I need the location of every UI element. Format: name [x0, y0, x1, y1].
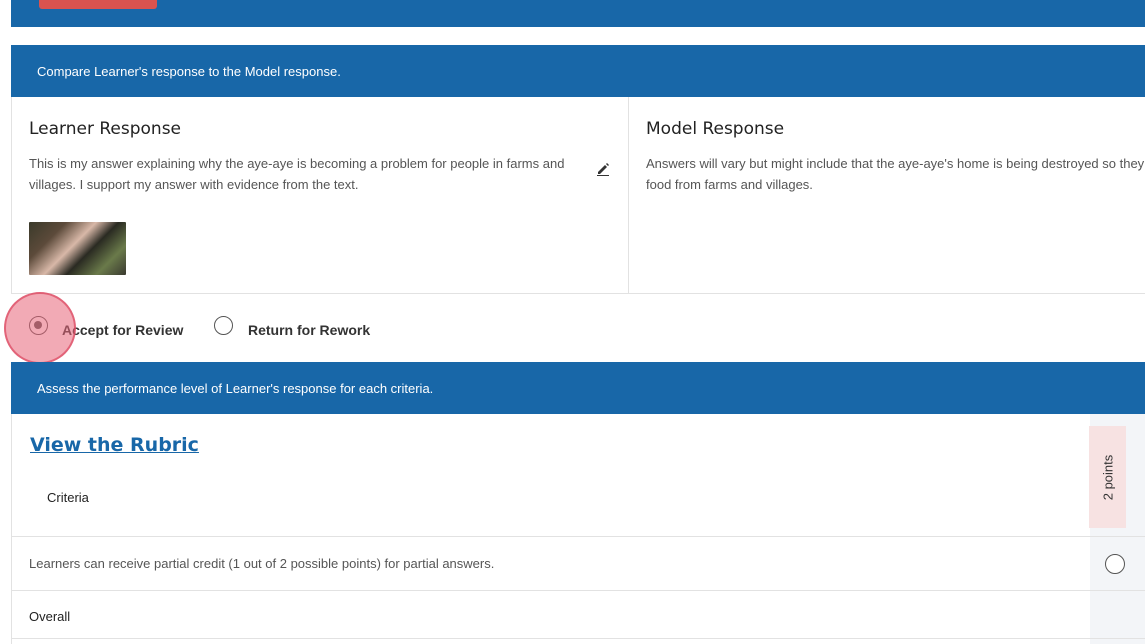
learner-response-text: This is my answer explaining why the aye…	[29, 156, 565, 192]
response-comparison: Learner Response This is my answer expla…	[11, 97, 1145, 294]
return-for-rework-radio[interactable]	[214, 316, 233, 335]
learner-response-title: Learner Response	[29, 119, 182, 139]
divider	[11, 638, 1145, 639]
edit-icon[interactable]	[595, 160, 611, 176]
points-header-badge: 2 points	[1089, 426, 1126, 528]
click-indicator	[4, 292, 76, 364]
divider	[11, 590, 1145, 591]
rubric-section: View the Rubric Criteria	[11, 414, 1145, 644]
model-response-title: Model Response	[646, 119, 785, 139]
aye-aye-image[interactable]	[29, 222, 126, 275]
learner-response-panel: Learner Response This is my answer expla…	[12, 97, 629, 293]
criteria-header: Criteria	[47, 490, 89, 505]
return-for-rework-label[interactable]: Return for Rework	[248, 322, 370, 338]
criteria-points-radio[interactable]	[1105, 554, 1125, 574]
top-header-strip	[11, 0, 1145, 27]
assess-banner-text: Assess the performance level of Learner'…	[37, 380, 434, 396]
assess-banner: Assess the performance level of Learner'…	[11, 362, 1145, 414]
view-rubric-link[interactable]: View the Rubric	[30, 434, 199, 456]
overall-label: Overall	[29, 609, 71, 624]
top-action-button[interactable]	[39, 0, 157, 9]
review-decision-row: Accept for Review Return for Rework	[11, 294, 1145, 362]
accept-for-review-label[interactable]: Accept for Review	[62, 322, 183, 338]
model-response-text: Answers will vary but might include that…	[646, 156, 1145, 192]
model-response-panel: Model Response Answers will vary but mig…	[629, 97, 1145, 293]
compare-banner-text: Compare Learner's response to the Model …	[37, 63, 341, 79]
divider	[11, 536, 1145, 537]
compare-banner: Compare Learner's response to the Model …	[11, 45, 1145, 97]
points-header-label: 2 points	[1100, 454, 1116, 500]
criteria-row-text: Learners can receive partial credit (1 o…	[29, 556, 495, 571]
